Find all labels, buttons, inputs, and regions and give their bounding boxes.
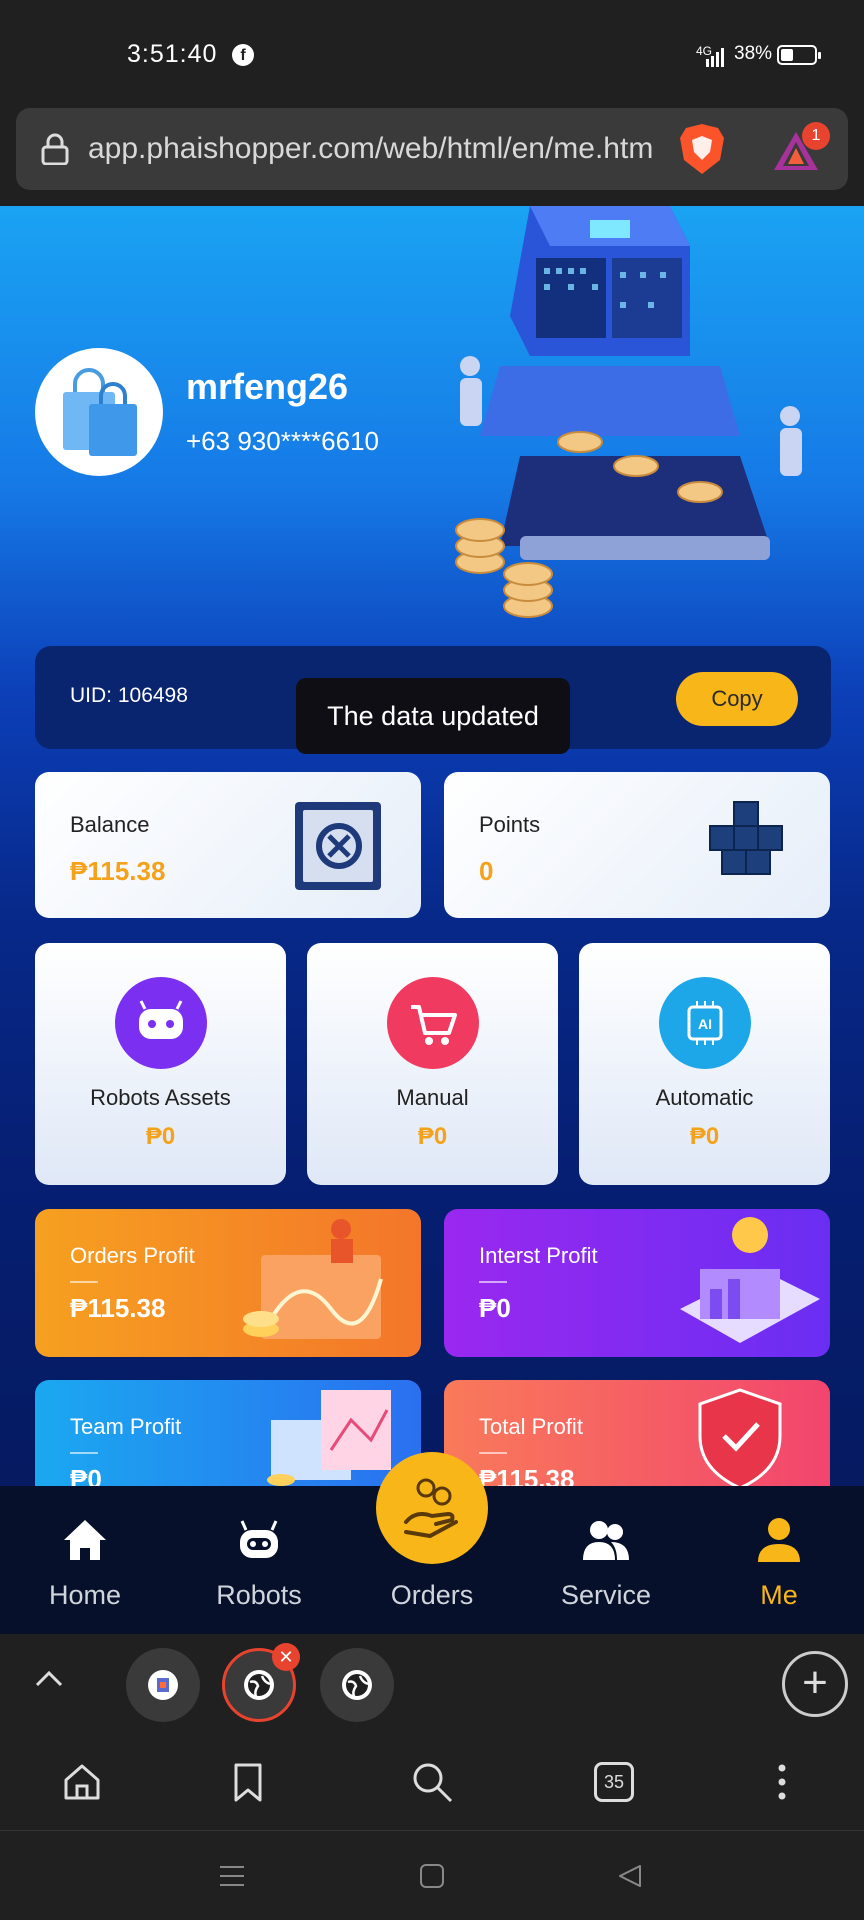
rewards-badge: 1 — [802, 122, 830, 150]
system-nav-bar — [0, 1830, 864, 1920]
nav-label: Home — [48, 1580, 122, 1610]
profit-value: ₱115.38 — [70, 1293, 166, 1323]
nav-robots[interactable]: Robots — [184, 1486, 334, 1634]
tab-thumbnail[interactable] — [126, 1648, 200, 1722]
username: mrfeng26 — [186, 366, 349, 407]
new-tab-button[interactable]: + — [782, 1651, 848, 1717]
ai-chip-icon: AI — [659, 977, 751, 1069]
tile-label: Manual — [396, 1085, 469, 1110]
profit-value: ₱0 — [479, 1293, 511, 1323]
svg-text:AI: AI — [698, 1016, 712, 1032]
balance-value: ₱115.38 — [70, 856, 166, 886]
interest-profit-card[interactable]: Interst Profit ₱0 — [444, 1209, 830, 1357]
status-bar: 3:51:40 f 4G 38% — [0, 0, 864, 105]
team-profit-card[interactable]: Team Profit ₱0 — [35, 1380, 421, 1486]
profit-label: Total Profit — [479, 1414, 583, 1439]
bookmark-icon[interactable] — [226, 1760, 270, 1804]
shield-illustration — [698, 1388, 782, 1486]
toast-message: The data updated — [296, 678, 570, 754]
nav-label: Service — [560, 1580, 652, 1610]
total-profit-card[interactable]: Total Profit ₱115.38 — [444, 1380, 830, 1486]
points-value: 0 — [479, 856, 494, 886]
interest-chart-illustration — [680, 1217, 820, 1343]
globe-icon — [244, 1670, 274, 1700]
people-icon — [583, 1521, 629, 1560]
nav-label: Robots — [216, 1580, 302, 1610]
brave-shield-icon[interactable] — [678, 122, 726, 176]
nav-label: Orders — [390, 1580, 474, 1610]
web-page: mrfeng26 +63 930****6610 UID: 106498 Cop… — [0, 206, 864, 1486]
robot-icon — [240, 1520, 278, 1558]
search-icon[interactable] — [410, 1760, 454, 1804]
chevron-up-icon[interactable] — [34, 1668, 64, 1688]
uid-text: UID: 106498 — [70, 684, 188, 707]
tile-value: ₱0 — [145, 1123, 176, 1150]
server-robots-illustration — [455, 206, 802, 618]
manual-tile[interactable]: Manual ₱0 — [307, 943, 558, 1185]
more-menu-icon[interactable] — [760, 1760, 804, 1804]
lock-icon[interactable] — [41, 133, 69, 165]
orders-fab-button[interactable] — [376, 1452, 488, 1564]
back-icon[interactable] — [616, 1863, 644, 1889]
copy-button[interactable]: Copy — [676, 672, 798, 726]
blocks-icon — [709, 801, 783, 875]
tile-label: Automatic — [655, 1085, 754, 1110]
recents-icon[interactable] — [218, 1863, 246, 1889]
robot-icon — [115, 977, 207, 1069]
shopping-bag-icon — [63, 368, 137, 456]
home-icon — [64, 1520, 106, 1560]
orders-profit-card[interactable]: Orders Profit ₱115.38 — [35, 1209, 421, 1357]
battery-percent: 38% — [734, 43, 773, 64]
address-bar[interactable]: app.phaishopper.com/web/html/en/me.htm 1 — [16, 108, 848, 190]
nav-label: Me — [760, 1580, 798, 1610]
facebook-notification-icon: f — [232, 44, 254, 66]
tile-value: ₱0 — [689, 1123, 720, 1150]
close-tab-icon[interactable]: ✕ — [272, 1643, 300, 1671]
nav-service[interactable]: Service — [531, 1486, 681, 1634]
nav-home[interactable]: Home — [10, 1486, 160, 1634]
profit-value: ₱115.38 — [479, 1464, 575, 1486]
profit-value: ₱0 — [70, 1464, 102, 1486]
status-clock: 3:51:40 — [127, 40, 218, 68]
balance-card[interactable]: Balance ₱115.38 — [35, 772, 421, 918]
safe-icon — [295, 802, 381, 890]
points-label: Points — [479, 812, 541, 837]
nav-me[interactable]: Me — [704, 1486, 854, 1634]
points-card[interactable]: Points 0 — [444, 772, 830, 918]
battery-icon — [777, 45, 821, 65]
tile-value: ₱0 — [417, 1123, 448, 1150]
signal-icon — [706, 48, 724, 67]
tabs-count-button[interactable]: 35 — [594, 1762, 634, 1802]
cart-icon — [387, 977, 479, 1069]
profit-label: Orders Profit — [70, 1243, 195, 1268]
phone-number: +63 930****6610 — [186, 426, 380, 456]
profit-label: Interst Profit — [479, 1243, 598, 1268]
person-icon — [758, 1518, 800, 1562]
tile-label: Robots Assets — [90, 1085, 231, 1110]
chart-board-illustration — [243, 1219, 383, 1339]
site-favicon-icon — [148, 1670, 178, 1700]
automatic-tile[interactable]: AI Automatic ₱0 — [579, 943, 830, 1185]
robots-assets-tile[interactable]: Robots Assets ₱0 — [35, 943, 286, 1185]
home-icon[interactable] — [60, 1760, 104, 1804]
profit-label: Team Profit — [70, 1414, 182, 1439]
url-text[interactable]: app.phaishopper.com/web/html/en/me.htm — [88, 132, 668, 166]
balance-label: Balance — [70, 812, 150, 837]
battery-fill — [781, 49, 793, 61]
home-button-icon[interactable] — [419, 1863, 445, 1889]
tab-thumbnail[interactable] — [320, 1648, 394, 1722]
globe-icon — [342, 1670, 372, 1700]
avatar[interactable] — [35, 348, 163, 476]
coin-hand-icon — [404, 1478, 458, 1539]
